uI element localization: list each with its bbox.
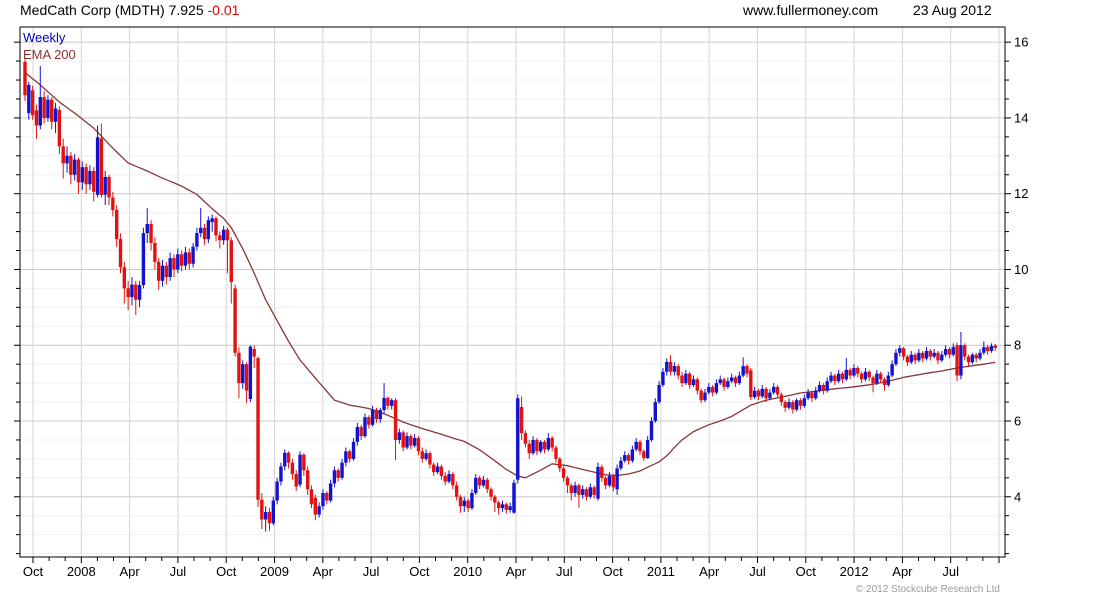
x-tick-label: Apr (119, 564, 140, 579)
gridlines (20, 27, 1005, 557)
x-tick-label: 2008 (67, 564, 96, 579)
price-chart: 16141210864Oct 2008 Apr Jul Oct 2009 Apr Jul Oct… (14, 26, 1028, 579)
copyright-note: © 2012 Stockcube Research Ltd (855, 584, 1000, 595)
y-tick-label: 4 (1014, 489, 1021, 504)
ema-legend-label: EMA 200 (23, 47, 76, 62)
x-tick-label: Oct (216, 564, 237, 579)
y-tick-label: 16 (1014, 35, 1028, 50)
x-tick-label: 2010 (453, 564, 482, 579)
y-tick-label: 12 (1014, 186, 1028, 201)
x-tick-label: Jul (749, 564, 766, 579)
candles-layer (23, 59, 997, 532)
timeframe-label: Weekly (23, 30, 66, 45)
y-tick-label: 6 (1014, 413, 1021, 428)
y-tick-label: 14 (1014, 110, 1028, 125)
y-tick-label: 8 (1014, 338, 1021, 353)
y-axis: 16 14 12 10 8 6 4 (14, 35, 1028, 555)
x-tick-label: 2011 (647, 564, 675, 579)
y-tick-label: 10 (1014, 262, 1028, 277)
chart-window: MedCath Corp (MDTH) 7.925 -0.01 www.full… (0, 0, 1100, 600)
x-tick-label: Apr (506, 564, 527, 579)
x-tick-label: Jul (942, 564, 959, 579)
x-tick-label: Apr (313, 564, 334, 579)
x-tick-label: Jul (556, 564, 573, 579)
x-tick-label: Jul (170, 564, 187, 579)
x-tick-label: Oct (23, 564, 44, 579)
x-tick-label: Apr (892, 564, 913, 579)
x-tick-label: Oct (602, 564, 623, 579)
x-tick-label: 2012 (840, 564, 869, 579)
x-tick-label: Apr (699, 564, 720, 579)
x-axis: Oct 2008 Apr Jul Oct 2009 Apr Jul Oct 2010 Apr Jul O… (23, 557, 1000, 579)
x-tick-label: Oct (796, 564, 817, 579)
x-tick-label: Oct (409, 564, 430, 579)
x-tick-label: Jul (363, 564, 380, 579)
x-tick-label: 2009 (260, 564, 289, 579)
